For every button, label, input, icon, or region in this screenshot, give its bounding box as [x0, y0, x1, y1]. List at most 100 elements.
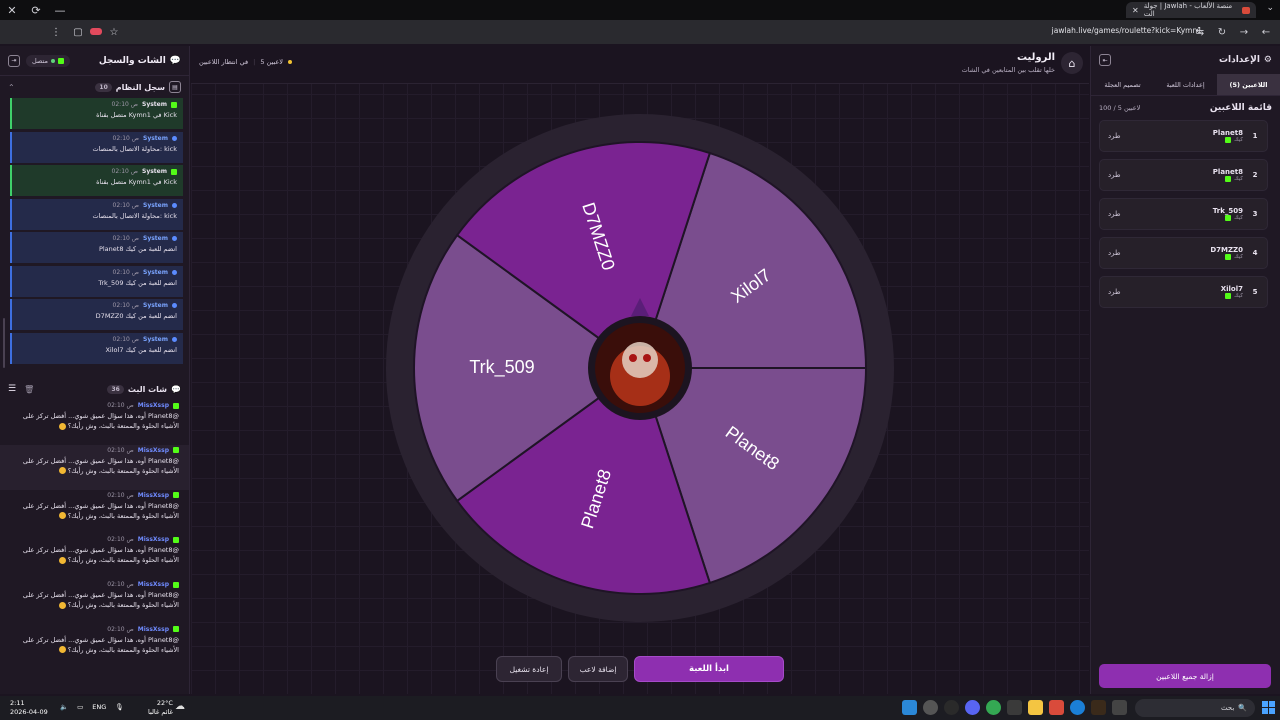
windows-start-icon[interactable]	[1262, 701, 1275, 714]
thinking-emoji-icon	[58, 646, 66, 654]
browser-tab[interactable]: ✕ جولة | Jawlah - منصة الألعاب الت	[1126, 2, 1256, 18]
settings-tabs: اللاعبين (5) إعدادات اللعبة تصميم العجلة	[1091, 74, 1280, 96]
weather-widget[interactable]: 22°C غائم غالبا	[148, 699, 173, 717]
collapse-panel-icon[interactable]: ⇤	[1099, 54, 1111, 66]
terminal-app-icon[interactable]	[1091, 700, 1106, 715]
restart-button[interactable]: إعادة تشغيل	[496, 656, 562, 682]
kick-player-button[interactable]: طرد	[1108, 171, 1121, 179]
extension-badge-icon[interactable]	[90, 28, 102, 35]
back-icon[interactable]: ←	[1256, 22, 1276, 42]
bookmark-star-icon[interactable]: ☆	[104, 22, 124, 42]
tab-game-settings[interactable]: إعدادات اللعبة	[1154, 74, 1217, 95]
clock[interactable]: 2:11 2026-04-09	[10, 699, 48, 717]
chat-username[interactable]: MissXssp	[138, 447, 169, 454]
forward-icon[interactable]: →	[1234, 22, 1254, 42]
sidebar-icon[interactable]: ▢	[68, 22, 88, 42]
reload-icon[interactable]: ↻	[1212, 22, 1232, 42]
kick-player-button[interactable]: طرد	[1108, 132, 1121, 140]
player-card: طرد Xilol7 كيك 5	[1099, 276, 1268, 308]
collapse-log-chevron-icon[interactable]: ⌃	[8, 83, 15, 92]
url-field[interactable]: jawlah.live/games/roulette?kick=Kymn1	[1052, 26, 1202, 35]
chat-filter-icon[interactable]: ☰	[8, 384, 16, 394]
chat-text-line: الأشياء الحلوة والممتعة بالبث، وش رأيك؟	[20, 511, 179, 521]
chat-time: 02:10 ص	[107, 625, 134, 633]
chat-text-line: الأشياء الحلوة والممتعة بالبث، وش رأيك؟	[20, 555, 179, 565]
player-card: طرد Planet8 كيك 1	[1099, 120, 1268, 152]
language-indicator[interactable]: ENG	[92, 703, 106, 711]
system-log-item: 02:10 ص System Xilol7 انضم للعبة من كيك	[10, 332, 183, 364]
start-game-button[interactable]: ابدأ اللعبة	[634, 656, 784, 682]
chat-panel: ⇥ متصل الشات والسجل 💬 ⌃ 10 سجل النظام ▤ …	[0, 46, 190, 694]
taskbar-search[interactable]: بحث 🔍	[1135, 699, 1255, 717]
chrome-icon[interactable]	[986, 700, 1001, 715]
chat-text: @Planet8 أوه، هذا سؤال عميق شوي... أفضل …	[20, 456, 179, 476]
log-meta: 02:10 ص System	[18, 168, 177, 175]
chat-username[interactable]: MissXssp	[138, 581, 169, 588]
chat-text-line: الأشياء الحلوة والممتعة بالبث، وش رأيك؟	[20, 645, 179, 655]
task-view-icon[interactable]	[1112, 700, 1127, 715]
log-sender: System	[143, 268, 168, 276]
extensions-icon[interactable]: ⋮	[46, 22, 66, 42]
microphone-icon[interactable]: 🎙	[115, 703, 123, 711]
trash-icon[interactable]: 🗑	[24, 385, 34, 394]
log-text: Planet8 انضم للعبة من كيك	[98, 245, 177, 253]
app-store-icon[interactable]	[902, 700, 917, 715]
roulette-wheel[interactable]: Xilol7Planet8Planet8Trk_509D7MZZ0	[191, 46, 1089, 694]
log-meta: 02:10 ص System	[18, 235, 177, 242]
volume-icon[interactable]: 🔈	[60, 703, 68, 711]
steam-icon[interactable]	[944, 700, 959, 715]
live-chat-title: شات البث	[127, 384, 168, 394]
chat-username[interactable]: MissXssp	[138, 536, 169, 543]
file-explorer-icon[interactable]	[1028, 700, 1043, 715]
tab-wheel-design[interactable]: تصميم العجلة	[1091, 74, 1154, 95]
tab-list-chevron-icon[interactable]: ⌄	[1266, 3, 1274, 13]
maximize-window-icon[interactable]: ⟳	[24, 0, 48, 20]
remove-all-players-button[interactable]: إزالة جميع اللاعبين	[1099, 664, 1271, 688]
settings-header: ⇤ الإعدادات ⚙	[1091, 46, 1280, 74]
minimize-window-icon[interactable]: —	[48, 0, 72, 20]
tab-players[interactable]: اللاعبين (5)	[1217, 74, 1280, 95]
player-source: كيك	[1213, 215, 1243, 221]
chat-text-line: @Planet8 أوه، هذا سؤال عميق شوي... أفضل …	[22, 412, 179, 420]
log-text: محاولة الاتصال بالمنصات: kick	[92, 211, 177, 220]
chat-text: @Planet8 أوه، هذا سؤال عميق شوي... أفضل …	[20, 545, 179, 565]
player-index: 2	[1252, 171, 1258, 179]
discord-icon[interactable]	[965, 700, 980, 715]
vscode-icon[interactable]	[1007, 700, 1022, 715]
live-chat-count: 36	[107, 384, 124, 394]
thinking-emoji-icon	[58, 422, 66, 430]
system-log-item: 02:10 ص System محاولة الاتصال بالمنصات: ki…	[10, 131, 183, 163]
collapse-panel-icon[interactable]: ⇥	[8, 54, 20, 67]
close-tab-icon[interactable]: ✕	[1132, 6, 1139, 15]
player-card: طرد Planet8 كيك 2	[1099, 159, 1268, 191]
settings-title: الإعدادات	[1218, 55, 1260, 65]
chat-text-line: الأشياء الحلوة والممتعة بالبث، وش رأيك؟	[20, 421, 179, 431]
kick-player-button[interactable]: طرد	[1108, 249, 1121, 257]
log-scrollbar[interactable]	[3, 318, 5, 368]
add-player-button[interactable]: إضافة لاعب	[568, 656, 628, 682]
kick-player-button[interactable]: طرد	[1108, 210, 1121, 218]
kick-logo-icon	[173, 626, 179, 633]
log-sender: System	[142, 101, 167, 108]
chat-username[interactable]: MissXssp	[138, 626, 169, 633]
site-settings-icon[interactable]: ⇆	[1190, 22, 1210, 42]
kick-logo-icon	[171, 101, 177, 108]
settings-panel: ⇤ الإعدادات ⚙ اللاعبين (5) إعدادات اللعب…	[1090, 46, 1280, 694]
chat-username[interactable]: MissXssp	[138, 402, 169, 409]
player-name: D7MZZ0	[1210, 246, 1243, 254]
edge-icon[interactable]	[1070, 700, 1085, 715]
info-dot-icon	[172, 303, 177, 308]
kick-logo-icon	[173, 402, 179, 409]
settings-app-icon[interactable]	[923, 700, 938, 715]
game-controls: إعادة تشغيل إضافة لاعب ابدأ اللعبة	[496, 656, 784, 682]
network-icon[interactable]: ▭	[77, 703, 83, 711]
wheel-segment-label: Trk_509	[469, 357, 534, 378]
chat-username[interactable]: MissXssp	[138, 492, 169, 499]
chat-message: 02:10 ص MissXssp @Planet8 أوه، هذا سؤال عم…	[20, 400, 179, 445]
calendar-icon[interactable]	[1049, 700, 1064, 715]
log-time: 02:10 ص	[112, 134, 139, 142]
kick-player-button[interactable]: طرد	[1108, 288, 1121, 296]
chat-text-line: @Planet8 أوه، هذا سؤال عميق شوي... أفضل …	[22, 456, 179, 465]
chat-time: 02:10 ص	[107, 491, 134, 499]
close-window-icon[interactable]: ✕	[0, 0, 24, 20]
